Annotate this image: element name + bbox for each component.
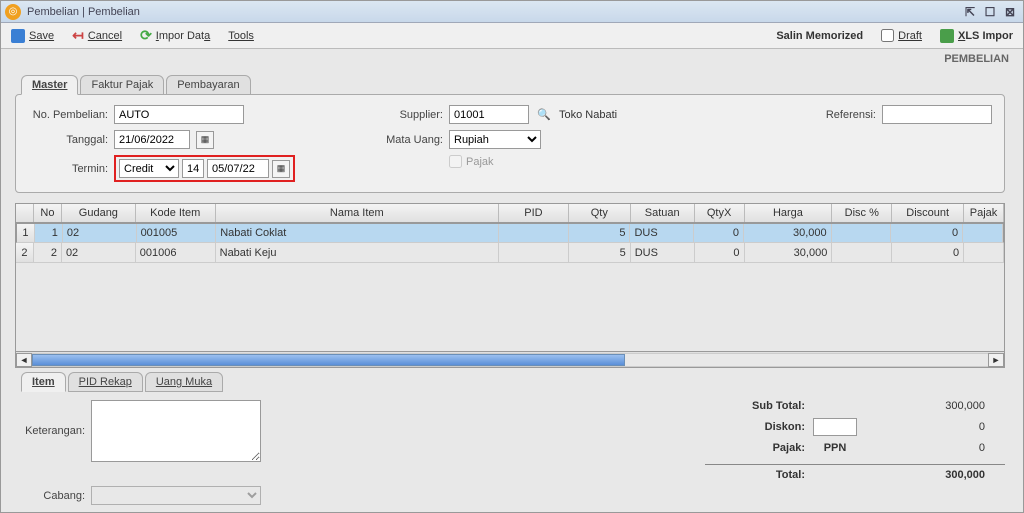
app-icon: ◎ [5, 4, 21, 20]
col-nama-item[interactable]: Nama Item [216, 204, 499, 222]
tanggal-label: Tanggal: [28, 134, 108, 146]
pembelian-window: ◎ Pembelian | Pembelian ⇱ ☐ ⊠ Save ↤Canc… [0, 0, 1024, 513]
termin-type-select[interactable]: Credit [119, 159, 179, 178]
page-label: PEMBELIAN [1, 49, 1023, 67]
diskon-input[interactable] [813, 418, 857, 436]
table-row[interactable]: 1102001005Nabati Coklat5DUS030,0000 [16, 223, 1004, 243]
impor-data-button[interactable]: ⟳Impor Data [136, 25, 214, 46]
keterangan-label: Keterangan: [15, 425, 85, 437]
col-discount[interactable]: Discount [892, 204, 964, 222]
toolbar: Save ↤Cancel ⟳Impor Data Tools Salin Mem… [1, 23, 1023, 49]
restore-button[interactable]: ⇱ [961, 4, 979, 20]
no-pembelian-input[interactable] [114, 105, 244, 124]
mata-uang-select[interactable]: Rupiah [449, 130, 541, 149]
salin-memorized-button[interactable]: Salin Memorized [772, 28, 867, 44]
col-qty[interactable]: Qty [569, 204, 631, 222]
keterangan-input[interactable] [91, 400, 261, 462]
refresh-icon: ⟳ [140, 27, 152, 44]
termin-label: Termin: [28, 163, 108, 175]
diskon-value: 0 [865, 421, 985, 433]
sub-total-value: 300,000 [865, 400, 985, 412]
scroll-thumb[interactable] [32, 354, 625, 366]
grid-row-header-col [16, 204, 34, 222]
col-pajak[interactable]: Pajak [964, 204, 1004, 222]
col-gudang[interactable]: Gudang [62, 204, 136, 222]
termin-highlight: Credit ▦ [114, 155, 295, 182]
pajak-value: 0 [865, 442, 985, 454]
total-label: Total: [705, 469, 805, 481]
mata-uang-label: Mata Uang: [375, 134, 443, 146]
cabang-select [91, 486, 261, 505]
supplier-code-input[interactable] [449, 105, 529, 124]
tab-pid-rekap[interactable]: PID Rekap [68, 372, 143, 392]
titlebar: ◎ Pembelian | Pembelian ⇱ ☐ ⊠ [1, 1, 1023, 23]
col-harga[interactable]: Harga [745, 204, 833, 222]
calendar-icon[interactable]: ▦ [196, 131, 214, 149]
cancel-button[interactable]: ↤Cancel [68, 25, 126, 46]
draft-checkbox[interactable]: Draft [877, 27, 926, 44]
scroll-right-arrow[interactable]: ► [988, 353, 1004, 367]
no-pembelian-label: No. Pembelian: [28, 109, 108, 121]
scroll-left-arrow[interactable]: ◄ [16, 353, 32, 367]
col-kode-item[interactable]: Kode Item [136, 204, 216, 222]
tools-menu[interactable]: Tools [224, 28, 258, 44]
tab-item[interactable]: Item [21, 372, 66, 392]
sub-total-label: Sub Total: [705, 400, 805, 412]
supplier-label: Supplier: [375, 109, 443, 121]
save-icon [11, 29, 25, 43]
col-no[interactable]: No [34, 204, 62, 222]
cabang-label: Cabang: [15, 490, 85, 502]
maximize-button[interactable]: ☐ [981, 4, 999, 20]
pajak-sum-label: Pajak: [705, 442, 805, 454]
supplier-lookup-icon[interactable]: 🔍 [535, 106, 553, 124]
xls-impor-button[interactable]: XLS Impor [936, 27, 1017, 45]
main-tabs: Master Faktur Pajak Pembayaran [15, 75, 1009, 95]
xls-icon [940, 29, 954, 43]
tab-uang-muka[interactable]: Uang Muka [145, 372, 223, 392]
save-button[interactable]: Save [7, 27, 58, 45]
items-grid: No Gudang Kode Item Nama Item PID Qty Sa… [15, 203, 1005, 368]
close-button[interactable]: ⊠ [1001, 4, 1019, 20]
col-qtyx[interactable]: QtyX [695, 204, 745, 222]
table-row[interactable]: 2202001006Nabati Keju5DUS030,0000 [16, 243, 1004, 263]
tab-pembayaran[interactable]: Pembayaran [166, 75, 250, 95]
cancel-icon: ↤ [72, 27, 84, 44]
pajak-name: PPN [813, 442, 857, 454]
col-pid[interactable]: PID [499, 204, 569, 222]
diskon-label: Diskon: [705, 421, 805, 433]
tanggal-input[interactable] [114, 130, 190, 149]
tab-master[interactable]: Master [21, 75, 78, 95]
pajak-checkbox: Pajak [449, 155, 494, 168]
tab-faktur-pajak[interactable]: Faktur Pajak [80, 75, 164, 95]
referensi-input[interactable] [882, 105, 992, 124]
termin-calendar-icon[interactable]: ▦ [272, 160, 290, 178]
window-title: Pembelian | Pembelian [27, 6, 961, 18]
termin-date-input[interactable] [207, 159, 269, 178]
master-panel: No. Pembelian: Tanggal: ▦ Termin: Credit [15, 94, 1005, 193]
referensi-label: Referensi: [816, 109, 876, 121]
total-value: 300,000 [865, 469, 985, 481]
horizontal-scrollbar[interactable]: ◄ ► [16, 351, 1004, 367]
termin-days-input[interactable] [182, 159, 204, 178]
col-satuan[interactable]: Satuan [631, 204, 695, 222]
supplier-name-text: Toko Nabati [559, 109, 617, 121]
col-disc-pct[interactable]: Disc % [832, 204, 892, 222]
